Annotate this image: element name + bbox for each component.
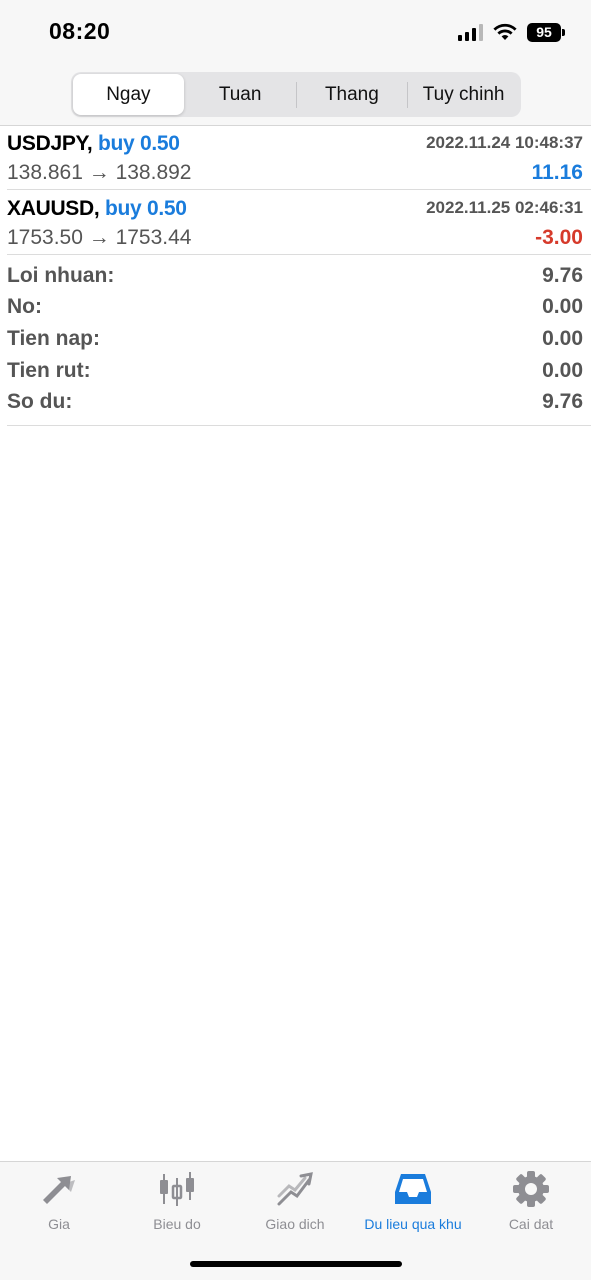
summary-value: 9.76 <box>542 263 583 287</box>
trade-row[interactable]: USDJPY, buy 0.50 2022.11.24 10:48:37 138… <box>0 126 591 191</box>
price-arrows-icon <box>43 1176 75 1204</box>
trade-profit: 11.16 <box>531 161 583 184</box>
summary-label: Tien nap: <box>7 326 100 350</box>
summary-value: 0.00 <box>542 326 583 350</box>
summary-row-credit: No: 0.00 <box>0 292 591 324</box>
gear-icon <box>513 1171 549 1207</box>
summary-divider <box>7 425 591 426</box>
summary-row-deposit: Tien nap: 0.00 <box>0 323 591 355</box>
trade-time: 2022.11.24 10:48:37 <box>426 133 583 152</box>
tab-gia[interactable]: Gia <box>0 1170 118 1234</box>
trade-symbol-line: USDJPY, buy 0.50 <box>7 132 180 156</box>
tab-label: Du lieu qua khu <box>364 1216 462 1232</box>
summary-row-profit: Loi nhuan: 9.76 <box>0 260 591 292</box>
trade-time: 2022.11.25 02:46:31 <box>426 198 583 217</box>
tab-giao-dich[interactable]: Giao dich <box>236 1170 354 1234</box>
summary-label: No: <box>7 295 42 319</box>
trade-trend-icon <box>277 1172 313 1206</box>
battery-level: 95 <box>536 24 552 40</box>
wifi-icon <box>493 23 517 40</box>
candlestick-chart-icon <box>160 1172 194 1206</box>
segment-tuan[interactable]: Tuan <box>185 74 296 115</box>
tab-label: Cai dat <box>508 1216 554 1232</box>
segment-thang[interactable]: Thang <box>297 74 408 115</box>
summary-label: So du: <box>7 390 73 414</box>
cellular-signal-icon <box>458 23 483 41</box>
summary-label: Tien rut: <box>7 358 91 382</box>
summary-section: Loi nhuan: 9.76 No: 0.00 Tien nap: 0.00 … <box>0 260 591 418</box>
trade-profit: -3.00 <box>535 226 583 249</box>
trade-symbol-line: XAUUSD, buy 0.50 <box>7 197 187 221</box>
period-segmented-control: Ngay Tuan Thang Tuy chinh <box>71 72 521 117</box>
battery-icon: 95 <box>527 22 565 42</box>
header-area: 08:20 95 Ngay Tuan Thang Tuy chinh <box>0 0 591 125</box>
tab-cai-dat[interactable]: Cai dat <box>472 1170 590 1234</box>
trade-action: buy 0.50 <box>104 197 187 220</box>
trade-row[interactable]: XAUUSD, buy 0.50 2022.11.25 02:46:31 175… <box>0 191 591 256</box>
trade-action: buy 0.50 <box>98 132 180 155</box>
summary-value: 0.00 <box>542 358 583 382</box>
row-divider <box>7 254 591 255</box>
row-divider <box>7 189 591 190</box>
summary-label: Loi nhuan: <box>7 263 115 287</box>
tab-label: Gia <box>48 1216 70 1232</box>
tab-bieu-do[interactable]: Bieu do <box>118 1170 236 1234</box>
trade-symbol: XAUUSD, <box>7 197 100 220</box>
trade-symbol: USDJPY, <box>7 132 93 155</box>
history-inbox-icon <box>395 1174 431 1204</box>
summary-value: 0.00 <box>542 295 583 319</box>
summary-row-withdrawal: Tien rut: 0.00 <box>0 355 591 387</box>
home-indicator <box>190 1261 402 1267</box>
segment-tuy-chinh[interactable]: Tuy chinh <box>408 74 519 115</box>
tab-label: Bieu do <box>153 1216 201 1232</box>
trade-prices: 1753.50 → 1753.44 <box>7 226 192 249</box>
segment-ngay[interactable]: Ngay <box>73 74 184 115</box>
status-time: 08:20 <box>49 18 111 44</box>
tab-label: Giao dich <box>265 1216 325 1232</box>
trade-prices: 138.861 → 138.892 <box>7 161 192 184</box>
status-icons: 95 <box>458 22 565 42</box>
summary-row-balance: So du: 9.76 <box>0 386 591 418</box>
tab-du-lieu-qua-khu[interactable]: Du lieu qua khu <box>354 1170 472 1234</box>
summary-value: 9.76 <box>542 390 583 414</box>
